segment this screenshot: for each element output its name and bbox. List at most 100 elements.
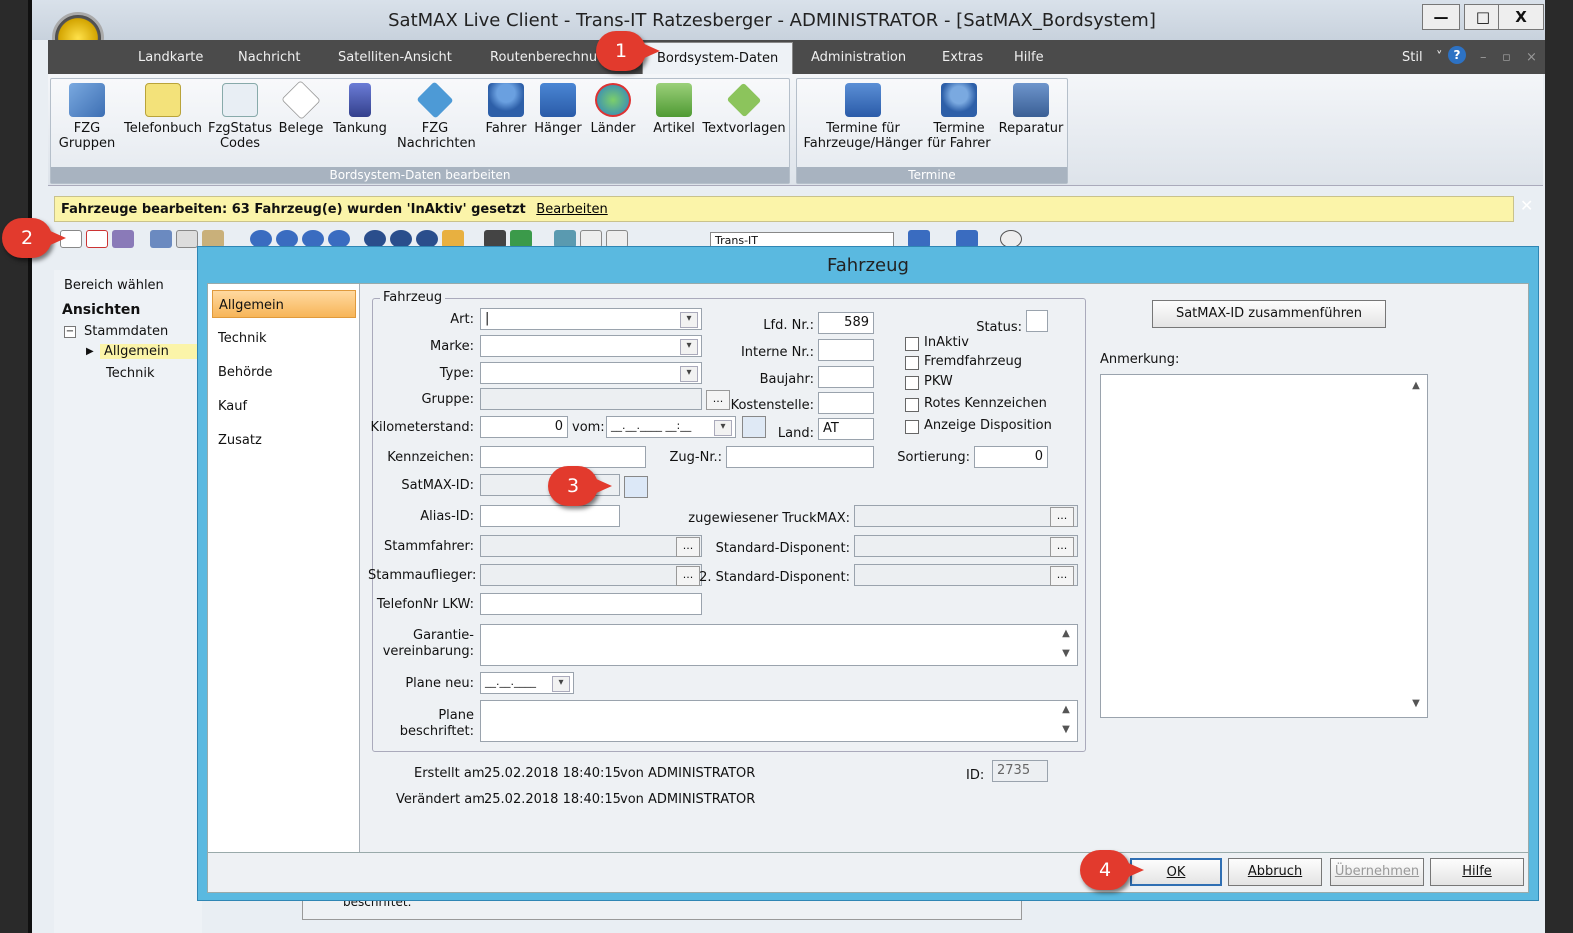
edit-satmax-id-icon[interactable] [624,476,648,498]
termine-fahrzeuge-button[interactable]: Termine für Fahrzeuge/Hänger [801,83,925,151]
delete-record-icon[interactable] [86,230,108,248]
collapse-icon[interactable]: − [64,326,76,338]
fzg-nachrichten-button[interactable]: FZG Nachrichten [397,81,476,151]
menu-extras[interactable]: Extras [942,50,983,65]
dialog-title: Fahrzeug [827,255,909,276]
style-chevron-icon[interactable]: ˅ [1436,50,1443,65]
inaktiv-checkbox[interactable] [905,337,919,351]
satmax-id-merge-button[interactable]: SatMAX-ID zusammenführen [1152,300,1386,328]
mdi-close-icon[interactable]: × [1526,50,1537,65]
veraendert-von: von ADMINISTRATOR [620,792,756,807]
kennzeichen-field[interactable] [480,446,646,468]
menu-nachricht[interactable]: Nachricht [238,50,301,65]
typ-combo[interactable] [480,362,702,384]
callout-badge-4: 4 [1080,850,1144,890]
std-disponent2-browse-button[interactable]: ... [1050,566,1074,586]
interne-nr-field[interactable] [818,339,874,361]
mdi-minimize-icon[interactable]: – [1480,50,1487,65]
telefonbuch-button[interactable]: Telefonbuch [121,83,205,136]
tree-stammdaten[interactable]: Stammdaten [84,324,168,339]
help-icon[interactable]: ? [1448,46,1466,64]
garantie-textarea[interactable] [480,624,1078,666]
km-field[interactable]: 0 [480,416,568,438]
plane-scroll-up-icon[interactable]: ▲ [1056,704,1076,715]
kostenstelle-field[interactable] [818,392,874,414]
nav-technik[interactable]: Technik [212,324,356,352]
nav-allgemein[interactable]: Allgemein [212,290,356,318]
plane-beschriftet-textarea[interactable] [480,700,1078,742]
close-button[interactable]: X [1498,4,1544,30]
belege-button[interactable]: Belege [275,80,327,136]
textvorlagen-button[interactable]: Textvorlagen [701,82,787,136]
tree-technik[interactable]: Technik [106,366,155,381]
garantie-scroll-down-icon[interactable]: ▼ [1056,648,1076,659]
laender-label: Länder [590,121,636,136]
copy-icon[interactable] [176,230,198,248]
alias-id-field[interactable] [480,505,620,527]
rotes-kennzeichen-checkbox[interactable] [905,398,919,412]
tankung-button[interactable]: Tankung [329,83,391,136]
baujahr-field[interactable] [818,366,874,388]
nav-kauf[interactable]: Kauf [212,392,356,420]
marke-combo[interactable] [480,335,702,357]
save-icon[interactable] [112,230,134,248]
zug-nr-field[interactable] [726,446,874,468]
maximize-button[interactable]: □ [1464,4,1502,30]
nav-behoerde[interactable]: Behörde [212,358,356,386]
menu-bordsystem-daten[interactable]: Bordsystem-Daten [642,42,794,74]
alias-id-label: Alias-ID: [420,509,474,524]
uebernehmen-button[interactable]: Übernehmen [1330,858,1424,886]
dialog-nav: Allgemein Technik Behörde Kauf Zusatz [208,284,360,852]
abbruch-button[interactable]: Abbruch [1228,858,1322,886]
kostenstelle-label: Kostenstelle: [730,398,814,413]
info-close-icon[interactable]: ✕ [1520,196,1533,215]
anmerkung-scroll-up-icon[interactable]: ▲ [1406,380,1426,391]
truckmax-browse-button[interactable]: ... [1050,507,1074,527]
land-field[interactable]: AT [818,418,874,440]
status-field[interactable] [1026,310,1048,332]
menu-landkarte[interactable]: Landkarte [138,50,203,65]
ribbon: FZG Gruppen Telefonbuch FzgStatus Codes … [48,74,1543,186]
hilfe-button[interactable]: Hilfe [1430,858,1524,886]
kennzeichen-label: Kennzeichen: [387,450,474,465]
termine-fahrer-button[interactable]: Termine für Fahrer [925,83,993,151]
plane-neu-date[interactable]: __.__.____ [480,672,574,694]
menu-administration[interactable]: Administration [811,50,906,65]
anzeige-disposition-checkbox[interactable] [905,420,919,434]
fzg-gruppen-button[interactable]: FZG Gruppen [55,83,119,151]
haenger-button[interactable]: Hänger [533,83,583,136]
lfd-nr-field[interactable]: 589 [818,312,874,334]
calendar-clock-icon[interactable] [742,416,766,438]
vom-datetime[interactable]: __.__.____ __:__ [606,416,736,438]
std-disponent-browse-button[interactable]: ... [1050,537,1074,557]
mdi-restore-icon[interactable]: ▫ [1502,50,1511,65]
nav-zusatz[interactable]: Zusatz [212,426,356,454]
anmerkung-textarea[interactable] [1100,374,1428,718]
artikel-button[interactable]: Artikel [649,83,699,136]
fahrer-button[interactable]: Fahrer [483,83,529,136]
plane-neu-label: Plane neu: [405,676,474,691]
erstellt-label: Erstellt am [414,766,485,781]
pkw-checkbox[interactable] [905,376,919,390]
fremdfahrzeug-checkbox[interactable] [905,356,919,370]
sortierung-field[interactable]: 0 [974,446,1048,468]
art-combo[interactable]: | [480,308,702,330]
garantie-scroll-up-icon[interactable]: ▲ [1056,628,1076,639]
reparatur-button[interactable]: Reparatur [997,83,1065,136]
menu-satelliten-ansicht[interactable]: Satelliten-Ansicht [338,50,452,65]
plane-scroll-down-icon[interactable]: ▼ [1056,724,1076,735]
anmerkung-scroll-down-icon[interactable]: ▼ [1406,698,1426,709]
telefon-lkw-field[interactable] [480,593,702,615]
fzgstatus-codes-button[interactable]: FzgStatus Codes [207,83,273,151]
cut-icon[interactable] [150,230,172,248]
menu-routenberechnung[interactable]: Routenberechnu [490,50,597,65]
tree-allgemein[interactable]: Allgemein [100,344,202,359]
laender-button[interactable]: Länder [587,83,639,136]
style-menu[interactable]: Stil [1402,50,1423,65]
gruppe-browse-button[interactable]: ... [706,390,730,410]
info-bearbeiten-link[interactable]: Bearbeiten [536,202,607,217]
menu-hilfe[interactable]: Hilfe [1014,50,1044,65]
minimize-button[interactable]: — [1422,4,1460,30]
inaktiv-label: InAktiv [924,335,969,350]
globe-icon [595,83,631,117]
